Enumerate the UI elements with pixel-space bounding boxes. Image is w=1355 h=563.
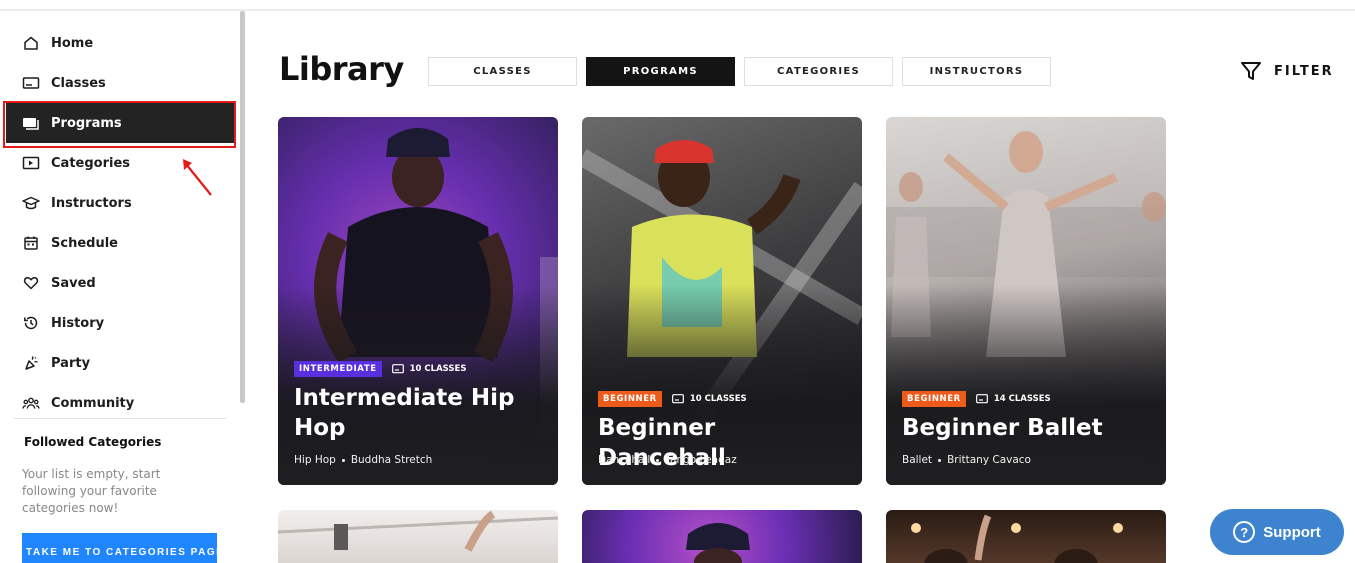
library-tabs: CLASSES PROGRAMS CATEGORIES INSTRUCTORS — [428, 57, 1051, 86]
sidebar-divider — [14, 418, 226, 419]
filter-button[interactable]: FILTER — [1240, 60, 1334, 82]
party-icon — [22, 354, 40, 372]
categories-icon — [22, 154, 40, 172]
page-title: Library — [279, 50, 404, 88]
followed-categories-title: Followed Categories — [24, 435, 162, 449]
heart-icon — [22, 274, 40, 292]
sidebar-item-label: Party — [51, 355, 91, 371]
card-meta: INTERMEDIATE 10 CLASSES — [294, 361, 466, 377]
program-card[interactable]: INTERMEDIATE 10 CLASSES Intermediate Hip… — [278, 117, 558, 485]
class-count-label: 14 CLASSES — [993, 394, 1051, 404]
tab-programs[interactable]: PROGRAMS — [586, 57, 735, 86]
sidebar-item-label: Classes — [51, 75, 106, 91]
separator-dot — [938, 458, 942, 462]
home-icon — [22, 34, 40, 52]
sidebar-item-history[interactable]: History — [6, 303, 234, 343]
followed-empty-message: Your list is empty, start following your… — [22, 467, 161, 515]
top-divider — [0, 0, 1355, 11]
sidebar-item-label: Instructors — [51, 195, 132, 211]
sidebar-item-community[interactable]: Community — [6, 383, 234, 423]
filter-label: FILTER — [1274, 63, 1334, 79]
tab-instructors[interactable]: INSTRUCTORS — [902, 57, 1051, 86]
card-category: Dancehall — [598, 454, 651, 466]
sidebar-nav: Home Classes Programs Categories Instruc… — [6, 23, 234, 423]
programs-icon — [22, 114, 40, 132]
instructors-icon — [22, 194, 40, 212]
card-instructor: Buddha Stretch — [350, 454, 433, 466]
red-arrow-annotation — [183, 159, 212, 196]
sidebar-item-schedule[interactable]: Schedule — [6, 223, 234, 263]
separator-dot — [656, 458, 660, 462]
class-count-label: 10 CLASSES — [409, 364, 467, 374]
sidebar-item-label: Home — [51, 35, 94, 51]
classes-icon — [975, 394, 988, 404]
card-instructor: Brittany Cavaco — [947, 454, 1031, 466]
card-meta: BEGINNER 10 CLASSES — [598, 391, 747, 407]
card-category: Hip Hop — [294, 454, 336, 466]
card-title: Beginner Ballet — [902, 415, 1103, 441]
categories-page-button[interactable]: TAKE ME TO CATEGORIES PAGE — [22, 533, 217, 563]
program-card-image — [278, 510, 558, 552]
classes-icon — [671, 394, 684, 404]
history-icon — [22, 314, 40, 332]
program-card-partial[interactable] — [582, 510, 862, 563]
program-card-partial[interactable] — [886, 510, 1166, 563]
sidebar-item-label: Saved — [51, 275, 96, 291]
help-icon: ? — [1233, 521, 1256, 543]
sidebar-scrollbar[interactable] — [240, 11, 245, 403]
level-badge: BEGINNER — [902, 391, 966, 407]
filter-icon — [1241, 62, 1261, 80]
sidebar-item-label: Categories — [51, 155, 131, 171]
tab-classes[interactable]: CLASSES — [428, 57, 577, 86]
level-badge: BEGINNER — [598, 391, 662, 407]
class-count: 14 CLASSES — [975, 394, 1051, 404]
sidebar-item-label: Programs — [51, 115, 122, 131]
sidebar-item-classes[interactable]: Classes — [6, 63, 234, 103]
card-tags: Dancehall Tango Leadaz — [598, 454, 737, 466]
program-card-partial[interactable] — [278, 510, 558, 563]
program-card-image — [911, 514, 1123, 563]
sidebar-item-label: Community — [51, 395, 135, 411]
support-button[interactable]: ? Support — [1210, 509, 1344, 555]
card-tags: Ballet Brittany Cavaco — [902, 454, 1031, 466]
card-meta: BEGINNER 14 CLASSES — [902, 391, 1051, 407]
classes-icon — [22, 74, 40, 92]
community-icon — [22, 394, 40, 412]
separator-dot — [341, 458, 345, 462]
support-label: Support — [1263, 523, 1321, 541]
card-instructor: Tango Leadaz — [665, 454, 737, 466]
program-card[interactable]: BEGINNER 10 CLASSES Beginner Dancehall D… — [582, 117, 862, 485]
sidebar-item-label: History — [51, 315, 105, 331]
level-badge: INTERMEDIATE — [294, 361, 382, 377]
card-title: Intermediate Hip Hop — [294, 385, 515, 441]
class-count: 10 CLASSES — [671, 394, 747, 404]
program-card[interactable]: BEGINNER 14 CLASSES Beginner Ballet Ball… — [886, 117, 1166, 485]
classes-icon — [391, 364, 404, 374]
card-tags: Hip Hop Buddha Stretch — [294, 454, 432, 466]
sidebar-item-saved[interactable]: Saved — [6, 263, 234, 303]
sidebar-item-home[interactable]: Home — [6, 23, 234, 63]
class-count-label: 10 CLASSES — [689, 394, 747, 404]
tab-categories[interactable]: CATEGORIES — [744, 57, 893, 86]
sidebar-item-party[interactable]: Party — [6, 343, 234, 383]
sidebar-item-label: Schedule — [51, 235, 118, 251]
schedule-icon — [22, 234, 40, 252]
program-card-image — [686, 523, 750, 563]
card-category: Ballet — [902, 454, 933, 466]
sidebar-item-programs[interactable]: Programs — [6, 103, 234, 143]
class-count: 10 CLASSES — [391, 364, 467, 374]
